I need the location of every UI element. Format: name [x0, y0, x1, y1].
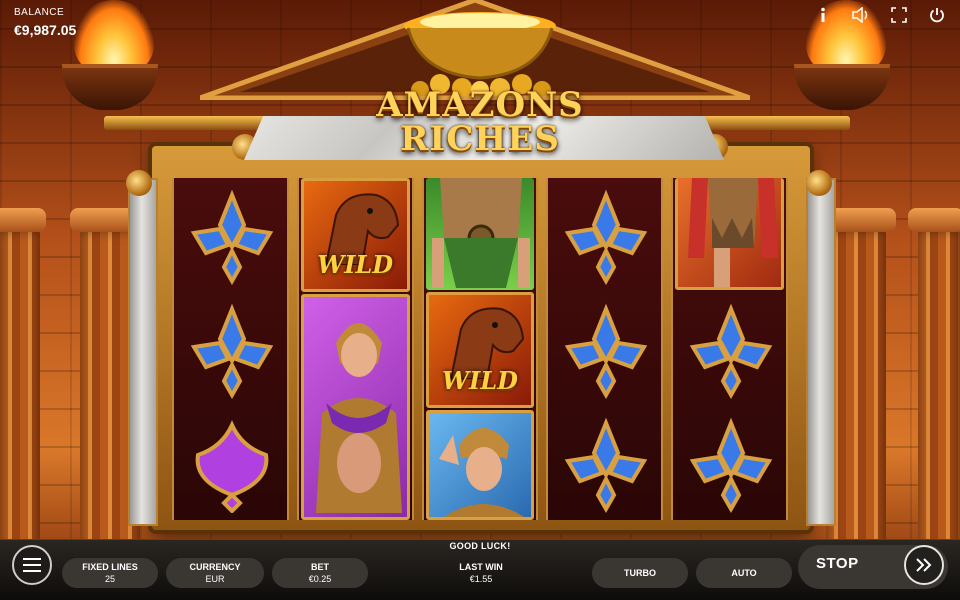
- blue-fleur-gem-icon: [174, 296, 287, 406]
- wild-label: WILD: [442, 366, 518, 395]
- wild-label: WILD: [317, 250, 394, 279]
- reel-4: [546, 178, 664, 520]
- last-win-display: LAST WIN €1.55: [436, 558, 526, 588]
- blue-fleur-gem-icon: [548, 410, 661, 520]
- spin-button[interactable]: [904, 545, 944, 585]
- bet-label: BET: [311, 562, 329, 572]
- logo-line-1: AMAZONS: [376, 85, 584, 125]
- gold-cauldron-icon: [370, 4, 590, 99]
- blue-fleur-gem-icon: [548, 296, 661, 406]
- balance-label: BALANCE: [14, 7, 65, 18]
- right-ornament: [806, 170, 832, 196]
- stop-label: STOP: [816, 555, 859, 572]
- last-win-value: €1.55: [469, 574, 493, 584]
- bet-value: €0.25: [308, 574, 332, 584]
- game-logo: AMAZONS RICHES: [250, 86, 710, 158]
- amazon-warrior-blue-symbol: [425, 410, 535, 520]
- left-ornament: [126, 170, 152, 196]
- last-win-label: LAST WIN: [459, 562, 503, 572]
- info-icon[interactable]: [814, 6, 832, 24]
- blue-fleur-gem-icon: [548, 182, 661, 292]
- reel-5: [671, 178, 788, 520]
- warrior-red-symbol: [675, 178, 784, 290]
- reel-2: WILD: [296, 178, 414, 520]
- hamburger-icon: [23, 558, 41, 560]
- fullscreen-icon[interactable]: [890, 6, 908, 24]
- purple-heart-gem-icon: [174, 410, 287, 520]
- auto-label: AUTO: [731, 568, 757, 578]
- reel-grid: WILD WILD: [172, 178, 788, 520]
- balance-value: €9,987.05: [14, 22, 77, 38]
- fixed-lines-display: FIXED LINES 25: [62, 558, 158, 588]
- currency-selector[interactable]: CURRENCY EUR: [166, 558, 264, 588]
- double-chevron-icon: [916, 558, 932, 572]
- wild-horse-symbol: WILD: [425, 292, 535, 408]
- currency-value: EUR: [205, 574, 225, 584]
- right-column-outer: [908, 208, 960, 550]
- reel-1: [172, 178, 289, 520]
- wild-horse-symbol: WILD: [300, 178, 410, 292]
- turbo-button[interactable]: TURBO: [592, 558, 688, 588]
- auto-button[interactable]: AUTO: [696, 558, 792, 588]
- sound-icon[interactable]: [852, 6, 870, 24]
- menu-button[interactable]: [12, 545, 52, 585]
- amazon-warrior-purple-symbol: [300, 294, 410, 520]
- blue-fleur-gem-icon: [174, 182, 287, 292]
- left-marble-pillar: [128, 178, 158, 526]
- currency-label: CURRENCY: [189, 562, 241, 572]
- fixed-lines-label: FIXED LINES: [82, 562, 138, 572]
- bet-selector[interactable]: BET €0.25: [272, 558, 368, 588]
- warrior-green-symbol: [425, 178, 535, 290]
- turbo-label: TURBO: [624, 568, 656, 578]
- left-column-outer: [0, 208, 46, 550]
- power-icon[interactable]: [928, 6, 946, 24]
- logo-line-2: RICHES: [400, 119, 560, 159]
- blue-fleur-gem-icon: [673, 296, 786, 406]
- right-marble-pillar: [806, 178, 836, 526]
- fixed-lines-value: 25: [104, 574, 115, 584]
- top-toolbar: [814, 6, 946, 24]
- blue-fleur-gem-icon: [673, 410, 786, 520]
- left-torch-flame: [74, 0, 154, 75]
- reel-3: WILD: [421, 178, 539, 520]
